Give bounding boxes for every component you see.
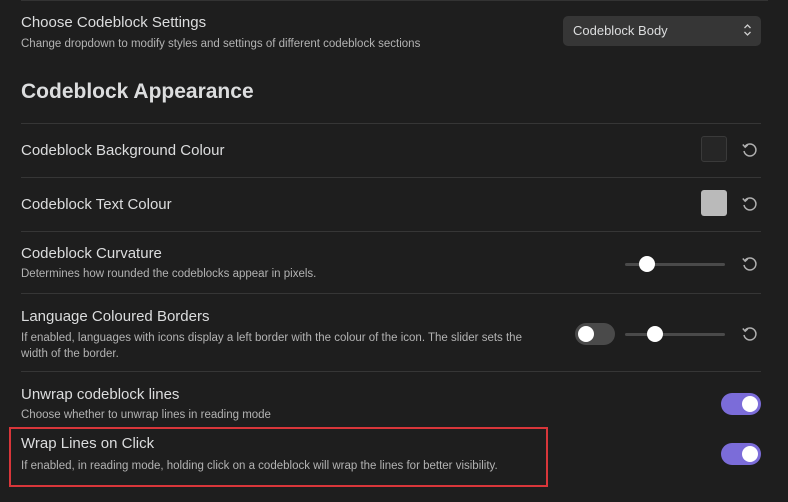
setting-name: Codeblock Curvature [21, 245, 162, 262]
toggle-knob [742, 396, 758, 412]
language-borders-toggle[interactable] [575, 323, 615, 345]
setting-description: Change dropdown to modify styles and set… [21, 38, 421, 50]
setting-choose-codeblock-settings: Choose Codeblock Settings Change dropdow… [21, 0, 761, 64]
reset-icon[interactable] [741, 255, 759, 273]
setting-name: Choose Codeblock Settings [21, 14, 207, 31]
setting-name: Codeblock Text Colour [21, 196, 172, 213]
setting-curvature: Codeblock Curvature Determines how round… [21, 231, 761, 293]
section-heading: Codeblock Appearance [21, 80, 254, 103]
setting-unwrap-lines: Unwrap codeblock lines Choose whether to… [21, 371, 761, 427]
toggle-knob [742, 446, 758, 462]
background-colour-picker[interactable] [701, 136, 727, 162]
border-width-slider[interactable] [625, 326, 725, 342]
setting-language-coloured-borders: Language Coloured Borders If enabled, la… [21, 293, 761, 371]
setting-name: Unwrap codeblock lines [21, 386, 180, 403]
setting-description: Choose whether to unwrap lines in readin… [21, 409, 271, 421]
setting-name: Language Coloured Borders [21, 308, 210, 325]
reset-icon[interactable] [741, 195, 759, 213]
setting-description: Determines how rounded the codeblocks ap… [21, 268, 317, 280]
setting-background-colour: Codeblock Background Colour [21, 123, 761, 177]
chevron-updown-icon [744, 24, 751, 36]
unwrap-lines-toggle[interactable] [721, 393, 761, 415]
codeblock-section-dropdown[interactable]: Codeblock Body [563, 16, 761, 46]
setting-text-colour: Codeblock Text Colour [21, 177, 761, 231]
setting-name: Codeblock Background Colour [21, 142, 225, 159]
text-colour-picker[interactable] [701, 190, 727, 216]
reset-icon[interactable] [741, 325, 759, 343]
dropdown-value: Codeblock Body [573, 23, 668, 38]
highlight-box [9, 427, 548, 487]
setting-description: If enabled, languages with icons display… [21, 332, 522, 360]
toggle-knob [578, 326, 594, 342]
curvature-slider[interactable] [625, 256, 725, 272]
reset-icon[interactable] [741, 141, 759, 159]
slider-thumb[interactable] [647, 326, 663, 342]
wrap-lines-on-click-toggle[interactable] [721, 443, 761, 465]
slider-track [625, 333, 725, 336]
slider-thumb[interactable] [639, 256, 655, 272]
settings-page: Choose Codeblock Settings Change dropdow… [0, 0, 788, 502]
